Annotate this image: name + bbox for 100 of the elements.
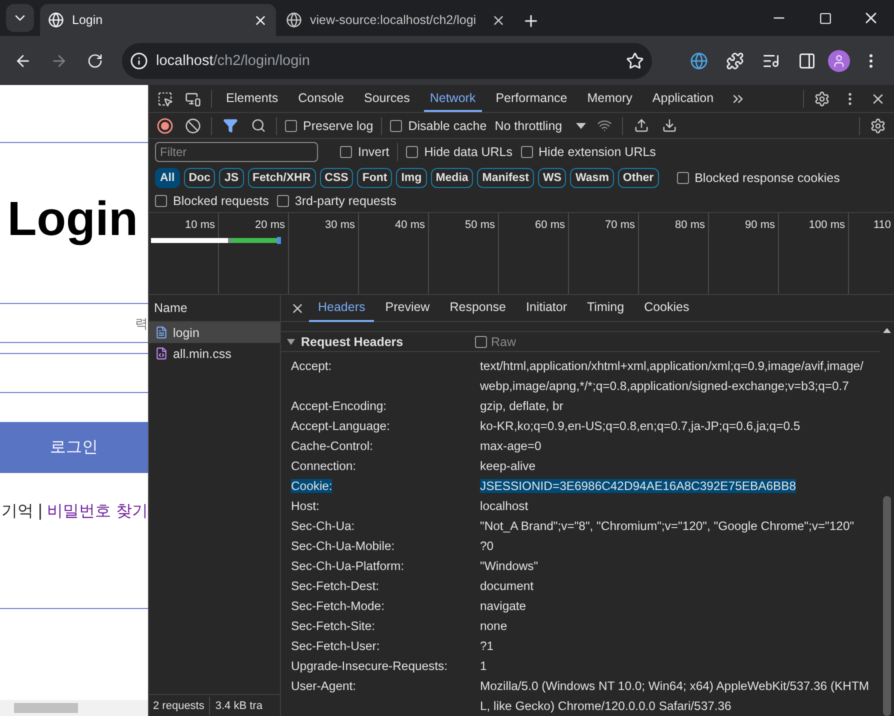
- bookmark-star-icon[interactable]: [626, 52, 644, 70]
- header-value: Mozilla/5.0 (Windows NT 10.0; Win64; x64) AppleWebKit/537.36 (KHTML, like Gecko) Chrome/120.0.0.0 Safari/537.36: [480, 679, 870, 713]
- info-icon[interactable]: [130, 52, 148, 70]
- checkbox[interactable]: Invert: [340, 145, 390, 159]
- address-bar[interactable]: localhost/ch2/login/login: [122, 42, 652, 78]
- detail-tab[interactable]: Preview: [376, 294, 439, 322]
- raw-checkbox[interactable]: Raw: [475, 334, 516, 348]
- reload-icon[interactable]: [87, 52, 103, 68]
- expand-triangle-icon[interactable]: [287, 338, 295, 344]
- type-filter-chip[interactable]: Doc: [184, 168, 216, 188]
- header-value: ko-KR,ko;q=0.9,en-US;q=0.8,en;q=0.7,ja-JP;q=0.6,ja;q=0.5: [480, 419, 800, 433]
- panel-tab[interactable]: Sources: [358, 85, 416, 112]
- checkbox[interactable]: Blocked requests: [155, 194, 269, 208]
- panel-tab[interactable]: Elements: [220, 85, 284, 112]
- timeline-tick: 10 ms: [185, 219, 215, 233]
- checkbox[interactable]: Blocked response cookies: [676, 170, 840, 184]
- horizontal-scrollbar[interactable]: [0, 700, 148, 716]
- timeline-tick: 60 ms: [535, 219, 565, 233]
- filter-field[interactable]: Filter: [155, 142, 318, 162]
- header-name: Accept:: [291, 359, 332, 373]
- panel-tab[interactable]: Application: [646, 85, 720, 112]
- throttling-dropdown[interactable]: No throttling: [494, 118, 586, 132]
- header-value: "Windows": [480, 559, 538, 573]
- header-name: Sec-Ch-Ua-Platform:: [291, 559, 404, 573]
- checkbox[interactable]: 3rd-party requests: [276, 194, 396, 208]
- id-input-field[interactable]: 력: [0, 303, 148, 343]
- plus-icon[interactable]: [522, 12, 540, 30]
- request-row[interactable]: all.min.css: [149, 343, 280, 364]
- panel-tab[interactable]: Console: [292, 85, 350, 112]
- header-name: Sec-Fetch-Dest:: [291, 579, 380, 593]
- record-stop-icon[interactable]: [155, 116, 175, 136]
- detail-tab[interactable]: Cookies: [635, 294, 698, 322]
- header-value: document: [480, 579, 534, 593]
- stylesheet-icon: [155, 347, 168, 360]
- browser-tab[interactable]: view-source:localhost/ch2/logi: [278, 4, 514, 36]
- tab-search-button[interactable]: [6, 4, 34, 32]
- page-heading: Login: [6, 195, 138, 245]
- header-value: gzip, deflate, br: [480, 399, 564, 413]
- header-value: keep-alive: [480, 459, 536, 473]
- header-name: Accept-Encoding:: [291, 399, 387, 413]
- header-value: 1: [480, 659, 487, 673]
- timeline-tick: 80 ms: [675, 219, 705, 233]
- timeline-tick: 20 ms: [255, 219, 285, 233]
- header-name: User-Agent:: [291, 679, 356, 693]
- header-name: Sec-Fetch-User:: [291, 639, 380, 653]
- detail-tab[interactable]: Initiator: [517, 294, 576, 322]
- header-value: none: [480, 619, 508, 633]
- type-filter-chip[interactable]: Wasm: [570, 168, 614, 188]
- type-filter-chip[interactable]: Manifest: [477, 168, 534, 188]
- header-value: ?0: [480, 539, 494, 553]
- password-input-field[interactable]: [0, 353, 148, 393]
- url-text: localhost/ch2/login/login: [156, 52, 311, 68]
- header-name: Sec-Fetch-Mode:: [291, 599, 384, 613]
- header-name: Upgrade-Insecure-Requests:: [291, 659, 448, 673]
- timeline-tick: 40 ms: [395, 219, 425, 233]
- section-header[interactable]: Request Headers Raw: [281, 331, 880, 352]
- panel-tab[interactable]: Memory: [581, 85, 638, 112]
- type-filter-chip[interactable]: All: [155, 168, 180, 188]
- profile-avatar[interactable]: [828, 50, 850, 72]
- find-password-link[interactable]: 비밀번호 찾기: [46, 501, 148, 522]
- maximize-icon[interactable]: [818, 12, 832, 24]
- header-name: Host:: [291, 499, 320, 513]
- type-filter-chip[interactable]: JS: [219, 168, 244, 188]
- type-filter-chip[interactable]: Img: [396, 168, 427, 188]
- detail-tab[interactable]: Headers: [309, 294, 374, 322]
- timeline-tick: 100 ms: [808, 219, 845, 233]
- type-filter-chip[interactable]: Media: [430, 168, 474, 188]
- type-filter-chip[interactable]: Font: [357, 168, 392, 188]
- header-value: navigate: [480, 599, 526, 613]
- checkbox[interactable]: Preserve log: [285, 118, 374, 132]
- header-value: JSESSIONID=3E6986C42D94AE16A8C392E75EBA6BB8: [480, 479, 796, 493]
- checkbox[interactable]: Disable cache: [390, 118, 487, 132]
- header-name: Cookie:: [291, 479, 332, 493]
- header-name: Connection:: [291, 459, 356, 473]
- panel-tab[interactable]: Network: [424, 85, 482, 112]
- type-filter-chip[interactable]: WS: [538, 168, 566, 188]
- timeline-tick: 90 ms: [745, 219, 775, 233]
- panel-tab[interactable]: Performance: [490, 85, 574, 112]
- header-name: Sec-Fetch-Site:: [291, 619, 375, 633]
- checkbox[interactable]: Hide data URLs: [406, 145, 513, 159]
- type-filter-chip[interactable]: Other: [618, 168, 659, 188]
- detail-tab[interactable]: Response: [440, 294, 516, 322]
- globe-icon: [286, 12, 302, 28]
- header-value: max-age=0: [480, 439, 542, 453]
- browser-tab[interactable]: Login: [40, 4, 276, 36]
- header-value: localhost: [480, 499, 528, 513]
- type-filter-chip[interactable]: CSS: [320, 168, 354, 188]
- header-name: Accept-Language:: [291, 419, 390, 433]
- checkbox[interactable]: Hide extension URLs: [520, 145, 656, 159]
- remember-text: 기억: [2, 501, 34, 522]
- type-filter-chip[interactable]: Fetch/XHR: [248, 168, 316, 188]
- detail-tab[interactable]: Timing: [578, 294, 634, 322]
- header-value: "Not_A Brand";v="8", "Chromium";v="120", "Google Chrome";v="120": [480, 519, 854, 533]
- login-button[interactable]: 로그인: [0, 422, 148, 473]
- clear-icon[interactable]: [183, 116, 203, 136]
- globe-icon: [48, 12, 64, 28]
- document-icon: [155, 326, 168, 339]
- header-value: ?1: [480, 639, 494, 653]
- request-row[interactable]: login: [149, 322, 280, 343]
- timeline-tick: 110: [873, 219, 891, 233]
